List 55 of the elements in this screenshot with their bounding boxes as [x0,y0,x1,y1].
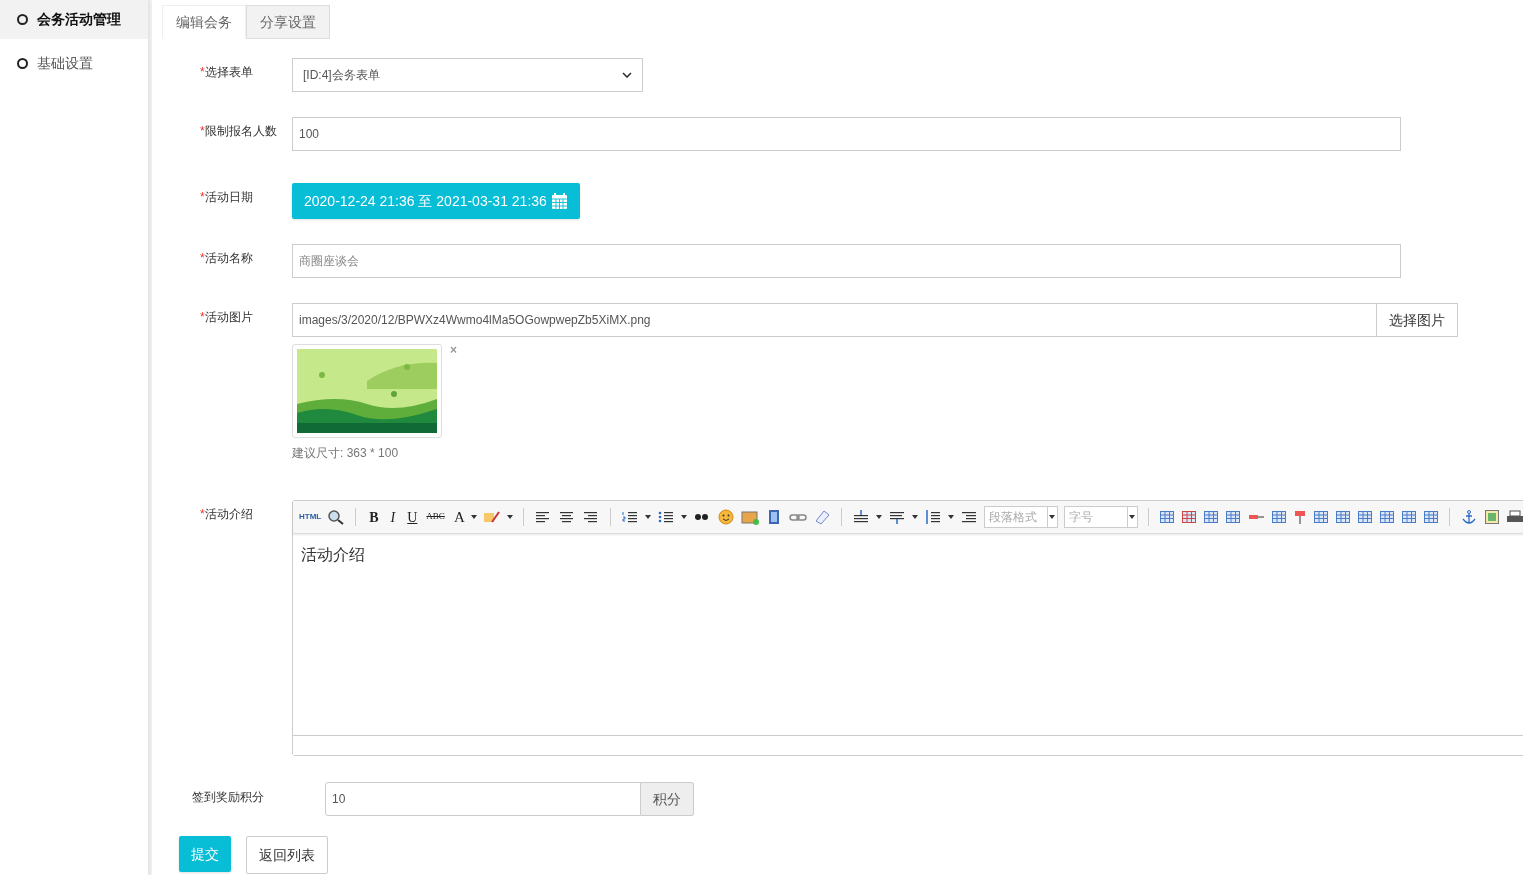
table-icon[interactable] [1158,509,1175,525]
print-icon[interactable] [1505,509,1523,525]
field-label: *限制报名人数 [200,123,278,140]
caret-icon[interactable] [644,515,651,519]
highlighter-icon[interactable] [482,509,501,525]
field-label: *活动介绍 [200,506,254,523]
caret-icon[interactable] [1049,515,1056,519]
align-right-icon[interactable] [581,509,600,525]
smiley-icon[interactable] [716,509,735,525]
picture-icon[interactable] [1483,509,1500,525]
field-label: *选择表单 [200,64,254,81]
sidebar-item[interactable]: 基础设置 [0,44,148,83]
paragraph-spacing-icon[interactable] [887,509,906,525]
points-input[interactable]: 10 [325,782,641,816]
field-label: *活动图片 [200,309,254,326]
tab[interactable]: 分享设置 [246,5,330,39]
chevron-down-icon [622,72,632,78]
sidebar-item[interactable]: 会务活动管理 [0,0,148,39]
calendar-icon [550,192,568,210]
bold-button[interactable]: B [366,506,382,528]
field-label: 签到奖励积分 [192,789,265,806]
editor-content[interactable]: 活动介绍 [293,534,1523,735]
back-to-list-button[interactable]: 返回列表 [246,836,328,874]
caret-icon[interactable] [911,515,918,519]
html-source-button[interactable]: HTML [299,511,322,523]
field-label: *活动名称 [200,250,254,267]
image-icon[interactable] [740,509,759,525]
points-unit: 积分 [641,782,694,816]
caret-icon[interactable] [1129,515,1136,519]
align-center-icon[interactable] [557,509,576,525]
image-path-input[interactable]: images/3/2020/12/BPWXz4Wwmo4lMa5OGowpwepZb5XiMX.png [292,303,1377,337]
caret-icon[interactable] [875,515,882,519]
caret-icon[interactable] [470,515,477,519]
caret-icon[interactable] [680,515,687,519]
choose-image-button[interactable]: 选择图片 [1377,303,1458,337]
strikethrough-button[interactable]: ABC [426,510,445,524]
field-label: *活动日期 [200,189,254,206]
row-spacing-icon[interactable] [923,509,942,525]
limit-input[interactable]: 100 [292,117,1401,151]
search-icon[interactable] [327,509,346,525]
align-left-icon[interactable] [533,509,552,525]
tab[interactable]: 编辑会务 [162,5,246,39]
caret-icon[interactable] [506,515,513,519]
font-color-button[interactable]: A [450,505,465,529]
image-size-hint: 建议尺寸: 363 * 100 [292,445,400,462]
bullet-list-icon[interactable] [656,509,675,525]
indent-icon[interactable] [959,509,978,525]
caret-icon[interactable] [947,515,954,519]
name-input[interactable]: 商圈座谈会 [292,244,1401,278]
italic-button[interactable]: I [387,506,399,528]
form-select[interactable]: [ID:4]会务表单 [292,58,643,92]
delete-table-icon[interactable] [1180,509,1197,525]
underline-button[interactable]: U [404,506,421,528]
numbered-list-icon[interactable] [620,509,639,525]
line-spacing-icon[interactable] [851,509,870,525]
